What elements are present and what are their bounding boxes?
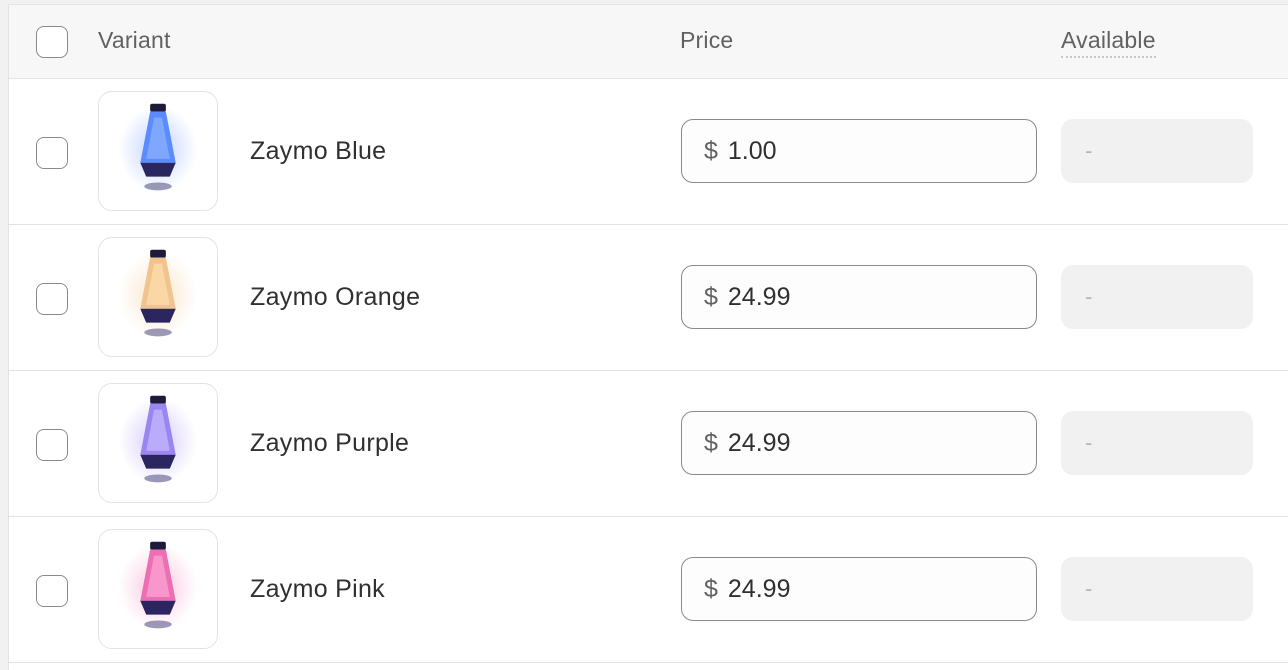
currency-symbol: $: [704, 574, 718, 603]
price-column-header: Price: [680, 27, 734, 53]
lava-lamp-pink-icon[interactable]: [98, 529, 218, 649]
table-row[interactable]: Zaymo Orange $ -: [9, 225, 1288, 371]
currency-symbol: $: [704, 282, 718, 311]
variant-column-header: Variant: [98, 27, 171, 53]
lava-lamp-orange-icon[interactable]: [98, 237, 218, 357]
currency-symbol: $: [704, 428, 718, 457]
table-header: Variant Price Available: [9, 5, 1288, 79]
row-checkbox[interactable]: [36, 137, 68, 169]
table-row[interactable]: Zaymo Blue $ -: [9, 79, 1288, 225]
price-field[interactable]: $: [681, 119, 1037, 183]
available-field: -: [1061, 265, 1253, 329]
variant-name[interactable]: Zaymo Orange: [250, 283, 420, 312]
row-checkbox[interactable]: [36, 283, 68, 315]
currency-symbol: $: [704, 136, 718, 165]
price-field[interactable]: $: [681, 411, 1037, 475]
variant-name[interactable]: Zaymo Pink: [250, 575, 385, 604]
price-input[interactable]: [727, 574, 1008, 604]
variant-name[interactable]: Zaymo Blue: [250, 137, 386, 166]
price-input[interactable]: [727, 282, 1008, 312]
available-field: -: [1061, 411, 1253, 475]
price-field[interactable]: $: [681, 265, 1037, 329]
row-checkbox[interactable]: [36, 575, 68, 607]
table-row[interactable]: Zaymo Pink $ -: [9, 517, 1288, 663]
variants-table: Variant Price Available Zaymo Blue $ 1.0…: [8, 4, 1288, 670]
price-input[interactable]: [727, 136, 1008, 166]
lava-lamp-purple-icon[interactable]: [98, 383, 218, 503]
lava-lamp-blue-icon[interactable]: [98, 91, 218, 211]
available-field: -: [1061, 119, 1253, 183]
price-field[interactable]: $: [681, 557, 1037, 621]
price-input[interactable]: [727, 428, 1008, 458]
row-checkbox[interactable]: [36, 429, 68, 461]
variant-name[interactable]: Zaymo Purple: [250, 429, 409, 458]
available-column-header[interactable]: Available: [1061, 27, 1156, 58]
available-field: -: [1061, 557, 1253, 621]
table-row[interactable]: Zaymo Purple $ -: [9, 371, 1288, 517]
select-all-checkbox[interactable]: [36, 26, 68, 58]
